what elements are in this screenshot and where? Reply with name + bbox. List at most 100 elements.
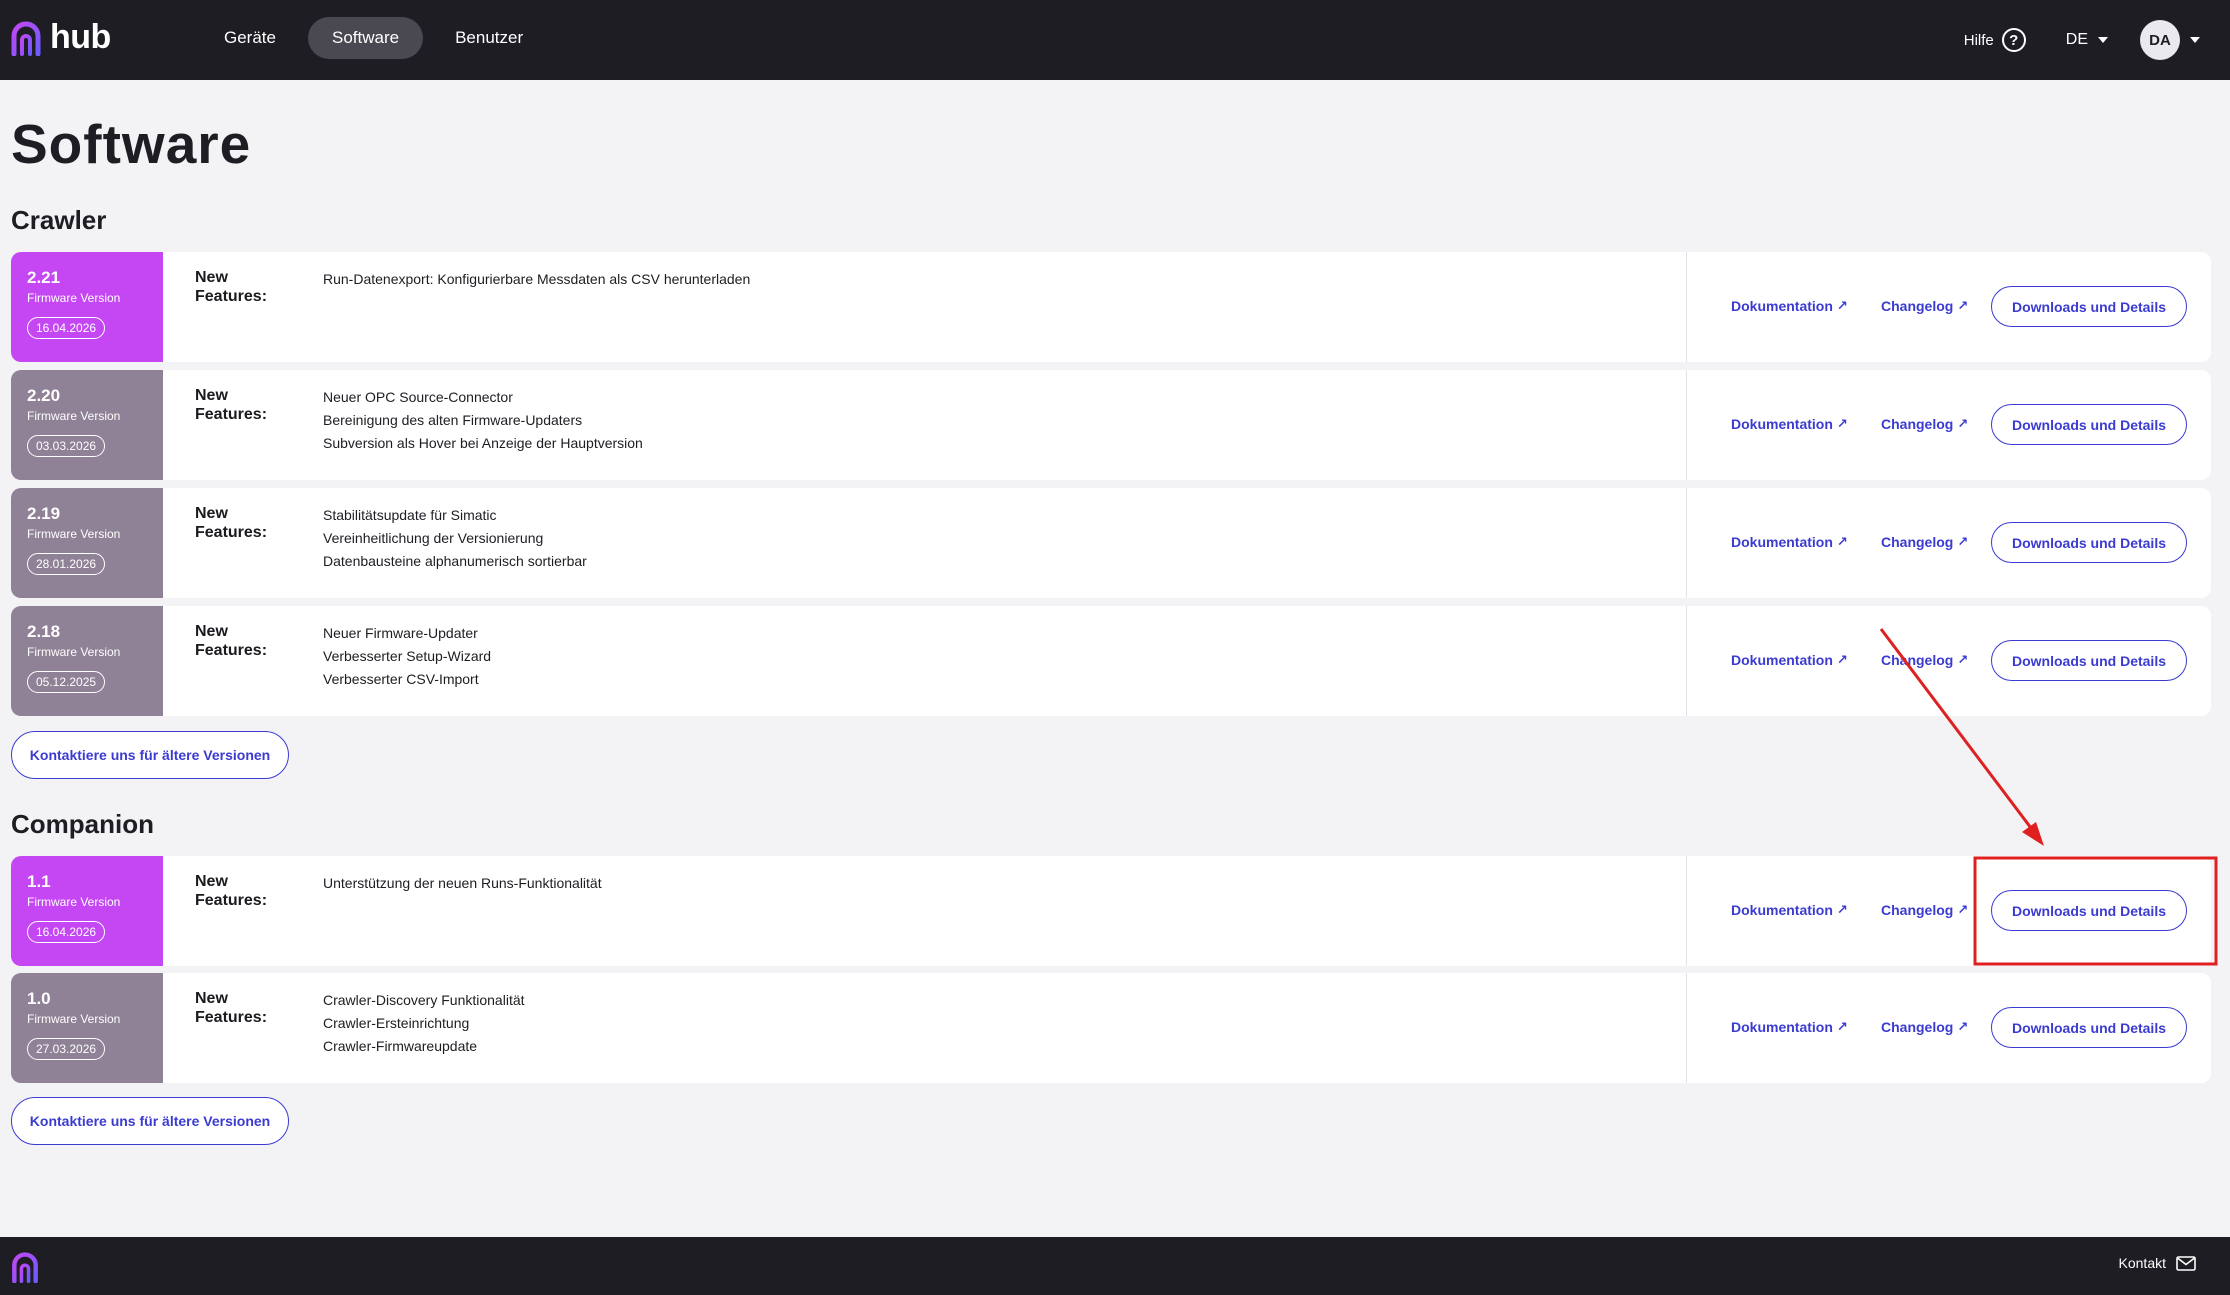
feature-item: Vereinheitlichung der Versionierung: [323, 530, 544, 546]
documentation-label: Dokumentation: [1731, 534, 1833, 550]
features-list: Neuer OPC Source-Connector Bereinigung de…: [323, 386, 643, 455]
version-badge: 2.21 Firmware Version 16.04.2026: [11, 252, 163, 362]
features-label: New Features:: [195, 873, 268, 909]
card-divider: [1686, 973, 1687, 1083]
features-label: New Features:: [195, 505, 268, 541]
release-date: 16.04.2026: [27, 317, 106, 339]
feature-item: Crawler-Ersteinrichtung: [323, 1015, 470, 1031]
changelog-label: Changelog: [1881, 652, 1954, 668]
feature-item: Verbesserter CSV-Import: [323, 671, 479, 687]
changelog-link[interactable]: Changelog ↗: [1881, 298, 1968, 314]
changelog-link[interactable]: Changelog ↗: [1881, 534, 1968, 550]
question-icon: ?: [2001, 28, 2026, 52]
release-date: 28.01.2026: [27, 553, 106, 575]
changelog-link[interactable]: Changelog ↗: [1881, 902, 1968, 918]
nav-item-software[interactable]: Software: [307, 17, 424, 59]
top-nav-bar: hub Geräte Software Benutzer Hilfe ? DE …: [0, 0, 2230, 80]
card-divider: [1686, 252, 1687, 362]
logo-text: hub: [50, 18, 111, 56]
feature-item: Stabilitätsupdate für Simatic: [323, 507, 497, 523]
external-link-icon: ↗: [1957, 298, 1969, 313]
downloads-details-button[interactable]: Downloads und Details: [1991, 640, 2187, 681]
changelog-label: Changelog: [1881, 1019, 1954, 1035]
release-card: 2.19 Firmware Version 28.01.2026 New Fea…: [11, 488, 2211, 598]
language-label: DE: [2065, 31, 2088, 48]
release-card: 2.20 Firmware Version 03.03.2026 New Fea…: [11, 370, 2211, 480]
release-date: 05.12.2025: [27, 671, 106, 693]
hub-logo-icon: [11, 21, 41, 56]
nav-item-benutzer[interactable]: Benutzer: [431, 17, 547, 59]
annotation-arrow-head: [2022, 822, 2044, 846]
chevron-down-icon: [2190, 37, 2200, 43]
footer-logo[interactable]: [10, 1251, 40, 1288]
top-right-controls: Hilfe ? DE DA: [1964, 0, 2230, 80]
downloads-details-button[interactable]: Downloads und Details: [1991, 522, 2187, 563]
documentation-label: Dokumentation: [1731, 298, 1833, 314]
external-link-icon: ↗: [1836, 652, 1848, 667]
documentation-link[interactable]: Dokumentation ↗: [1731, 534, 1848, 550]
release-card: 2.18 Firmware Version 05.12.2025 New Fea…: [11, 606, 2211, 716]
version-badge: 1.0 Firmware Version 27.03.2026: [11, 973, 163, 1083]
user-menu[interactable]: DA: [2140, 20, 2200, 60]
features-label: New Features:: [195, 269, 268, 305]
external-link-icon: ↗: [1836, 1019, 1848, 1034]
version-label: Firmware Version: [27, 409, 121, 423]
feature-item: Verbesserter Setup-Wizard: [323, 648, 492, 664]
documentation-link[interactable]: Dokumentation ↗: [1731, 298, 1848, 314]
page-title: Software: [11, 113, 252, 175]
version-number: 1.0: [27, 989, 51, 1008]
language-selector[interactable]: DE: [2066, 31, 2108, 49]
version-badge: 2.20 Firmware Version 03.03.2026: [11, 370, 163, 480]
footer-contact-link[interactable]: Kontakt: [2119, 1255, 2196, 1271]
mail-icon: [2176, 1255, 2196, 1271]
version-number: 2.18: [27, 622, 61, 641]
external-link-icon: ↗: [1957, 534, 1969, 549]
changelog-link[interactable]: Changelog ↗: [1881, 652, 1968, 668]
feature-item: Run-Datenexport: Konfigurierbare Messdat…: [323, 271, 751, 287]
hub-logo-icon: [12, 1252, 38, 1284]
changelog-label: Changelog: [1881, 298, 1954, 314]
card-divider: [1686, 488, 1687, 598]
documentation-link[interactable]: Dokumentation ↗: [1731, 1019, 1848, 1035]
feature-item: Unterstützung der neuen Runs-Funktionali…: [323, 875, 602, 891]
features-list: Neuer Firmware-Updater Verbesserter Setup…: [323, 622, 491, 691]
version-badge: 2.19 Firmware Version 28.01.2026: [11, 488, 163, 598]
footer-contact-label: Kontakt: [2118, 1255, 2166, 1271]
nav-item-geraete[interactable]: Geräte: [200, 17, 300, 59]
features-label: New Features:: [195, 990, 268, 1026]
version-label: Firmware Version: [27, 527, 121, 541]
external-link-icon: ↗: [1836, 534, 1848, 549]
changelog-link[interactable]: Changelog ↗: [1881, 416, 1968, 432]
changelog-label: Changelog: [1881, 902, 1954, 918]
documentation-link[interactable]: Dokumentation ↗: [1731, 416, 1848, 432]
downloads-details-button[interactable]: Downloads und Details: [1991, 404, 2187, 445]
feature-item: Datenbausteine alphanumerisch sortierbar: [323, 553, 587, 569]
documentation-link[interactable]: Dokumentation ↗: [1731, 652, 1848, 668]
version-label: Firmware Version: [27, 645, 121, 659]
downloads-details-button[interactable]: Downloads und Details: [1991, 1007, 2187, 1048]
changelog-link[interactable]: Changelog ↗: [1881, 1019, 1968, 1035]
contact-older-versions-button[interactable]: Kontaktiere uns für ältere Versionen: [11, 1097, 289, 1145]
main-nav: Geräte Software Benutzer: [200, 17, 547, 59]
help-link[interactable]: Hilfe ?: [1964, 28, 2026, 52]
version-number: 2.21: [27, 268, 61, 287]
documentation-label: Dokumentation: [1731, 1019, 1833, 1035]
release-card: 1.0 Firmware Version 27.03.2026 New Feat…: [11, 973, 2211, 1083]
version-badge: 2.18 Firmware Version 05.12.2025: [11, 606, 163, 716]
external-link-icon: ↗: [1957, 1019, 1969, 1034]
downloads-details-button[interactable]: Downloads und Details: [1991, 890, 2187, 931]
downloads-details-button[interactable]: Downloads und Details: [1991, 286, 2187, 327]
changelog-label: Changelog: [1881, 416, 1954, 432]
chevron-down-icon: [2098, 37, 2108, 43]
version-label: Firmware Version: [27, 895, 121, 909]
features-list: Stabilitätsupdate für Simatic Vereinheitl…: [323, 504, 587, 573]
documentation-label: Dokumentation: [1731, 902, 1833, 918]
features-label: New Features:: [195, 387, 268, 423]
contact-older-versions-button[interactable]: Kontaktiere uns für ältere Versionen: [11, 731, 289, 779]
hub-logo[interactable]: hub: [10, 18, 111, 57]
release-date: 03.03.2026: [27, 435, 106, 457]
feature-item: Neuer Firmware-Updater: [323, 625, 478, 641]
version-badge: 1.1 Firmware Version 16.04.2026: [11, 856, 163, 966]
documentation-link[interactable]: Dokumentation ↗: [1731, 902, 1848, 918]
documentation-label: Dokumentation: [1731, 652, 1833, 668]
